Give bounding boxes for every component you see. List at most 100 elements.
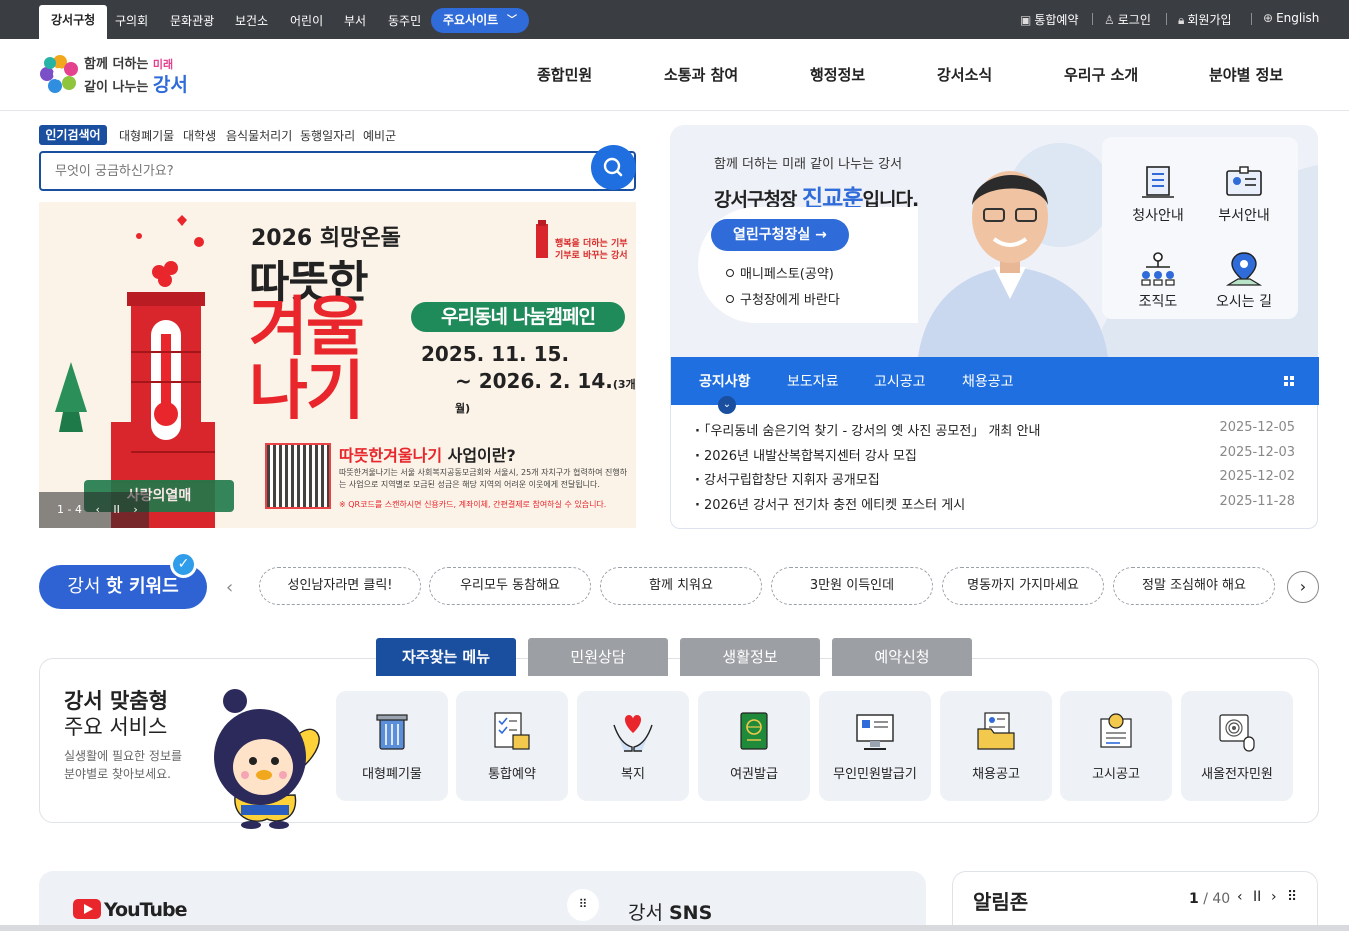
- keyword-chip[interactable]: 정말 조심해야 해요: [1113, 567, 1275, 605]
- gnb-participation[interactable]: 소통과 참여: [664, 64, 738, 85]
- check-icon: ✓: [170, 551, 197, 578]
- main-sites-dropdown[interactable]: 주요사이트 ﹀: [431, 8, 529, 33]
- quick-link-building[interactable]: 청사안내: [1118, 163, 1198, 225]
- keyword-chip[interactable]: 우리모두 동참해요: [429, 567, 591, 605]
- alarm-prev-button[interactable]: ‹: [1237, 889, 1243, 905]
- alarm-next-button[interactable]: ›: [1271, 889, 1277, 905]
- service-label: 여권발급: [730, 767, 778, 782]
- service-passport[interactable]: 여권발급: [698, 691, 810, 801]
- notice-title[interactable]: 2026년 강서구 전기차 충전 에티켓 포스터 게시: [695, 494, 965, 513]
- folder-document-icon: [977, 712, 1015, 750]
- search-input[interactable]: [41, 153, 581, 189]
- campaign-date-to: ~ 2026. 2. 14.(3개월): [455, 369, 636, 415]
- popular-keyword[interactable]: 예비군: [363, 127, 396, 144]
- youtube-label[interactable]: YouTube: [104, 899, 187, 921]
- quick-link-label: 부서안내: [1218, 208, 1270, 224]
- heart-hands-icon: [613, 715, 653, 752]
- popular-keyword[interactable]: 대학생: [183, 127, 216, 144]
- popular-keyword[interactable]: 동행일자리: [300, 127, 355, 144]
- keyword-chip[interactable]: 함께 치워요: [600, 567, 762, 605]
- tab-council[interactable]: 구의회: [115, 8, 148, 34]
- service-bulky-waste[interactable]: 대형폐기물: [336, 691, 448, 801]
- youtube-icon: [73, 899, 101, 919]
- reservation-link[interactable]: ▣ 통합예약: [1020, 11, 1079, 28]
- keyword-chip[interactable]: 성인남자라면 클릭!: [259, 567, 421, 605]
- notice-title[interactable]: 2026년 내발산복합복지센터 강사 모집: [695, 445, 917, 464]
- search-box: [39, 151, 636, 191]
- alarm-zone-title: 알림존: [973, 890, 1029, 914]
- banner-prev-button[interactable]: ‹: [95, 503, 99, 516]
- quick-link-directions[interactable]: 오시는 길: [1204, 249, 1284, 311]
- service-kiosk[interactable]: 무인민원발급기: [819, 691, 931, 801]
- gnb-field-info[interactable]: 분야별 정보: [1209, 64, 1283, 85]
- quick-link-departments[interactable]: 부서안내: [1204, 163, 1284, 225]
- manifesto-link[interactable]: 매니페스토(공약): [726, 263, 834, 282]
- tab-children[interactable]: 어린이: [290, 8, 323, 34]
- popular-keyword[interactable]: 대형폐기물: [119, 127, 174, 144]
- quick-link-organization[interactable]: 조직도: [1118, 249, 1198, 311]
- keywords-prev-button[interactable]: ‹: [226, 577, 233, 598]
- notice-title[interactable]: 강서구립합창단 지휘자 공개모집: [695, 469, 880, 488]
- tab-departments[interactable]: 부서: [344, 8, 366, 34]
- id-card-icon: [1226, 166, 1262, 196]
- tab-community-center[interactable]: 동주민: [388, 8, 421, 34]
- service-recruitment[interactable]: 채용공고: [940, 691, 1052, 801]
- english-link[interactable]: ⊕ English: [1263, 11, 1319, 25]
- tab-recruitment[interactable]: 채용공고: [962, 371, 1014, 391]
- signup-label: 회원가입: [1187, 13, 1232, 27]
- gnb-admin-info[interactable]: 행정정보: [810, 64, 865, 85]
- service-public-notice[interactable]: 고시공고: [1060, 691, 1172, 801]
- service-e-civil[interactable]: 새올전자민원: [1181, 691, 1293, 801]
- flower-logo-icon: [40, 55, 78, 93]
- tab-living-info[interactable]: 생활정보: [680, 638, 820, 676]
- banner-next-button[interactable]: ›: [133, 503, 137, 516]
- tab-reservation[interactable]: 예약신청: [832, 638, 972, 676]
- alarm-zone: 알림존 1 / 40 ‹ II › ⠿: [952, 871, 1318, 931]
- mayor-slogan: 함께 더하는 미래 같이 나누는 강서: [714, 157, 903, 172]
- tab-gangseo-office[interactable]: 강서구청: [39, 5, 108, 39]
- grid-more-icon[interactable]: ⠿: [1287, 889, 1297, 905]
- mayor-section: 함께 더하는 미래 같이 나누는 강서 강서구청장 진교훈입니다. 열린구청장실…: [670, 125, 1318, 357]
- notice-date: 2025-12-05: [1219, 420, 1295, 435]
- search-button[interactable]: [591, 145, 636, 190]
- login-link[interactable]: ♙ 로그인: [1104, 11, 1151, 28]
- mayor-request-link[interactable]: 구청장에게 바란다: [726, 289, 840, 308]
- notice-date: 2025-12-02: [1219, 469, 1295, 484]
- banner-pause-button[interactable]: II: [113, 503, 120, 516]
- open-office-button[interactable]: 열린구청장실 →: [711, 219, 849, 251]
- signup-link[interactable]: 🔒︎ 회원가입: [1178, 11, 1232, 28]
- tab-health-center[interactable]: 보건소: [235, 8, 268, 34]
- grid-more-icon[interactable]: ⠿: [567, 889, 599, 921]
- alarm-pagination: 1 / 40: [1189, 891, 1231, 907]
- logo-line2: 같이 나누는 강서: [84, 74, 188, 96]
- qr-note: ※ QR코드를 스캔하시면 신용카드, 계좌이체, 간편결제로 참여하실 수 있…: [339, 500, 607, 509]
- tab-press[interactable]: 보도자료: [787, 371, 839, 391]
- notice-date: 2025-12-03: [1219, 445, 1295, 460]
- popular-keywords-label: 인기검색어: [39, 125, 107, 145]
- alarm-pause-button[interactable]: II: [1253, 889, 1261, 905]
- donation-line2: 기부로 바꾸는 강서: [555, 251, 628, 261]
- tab-notices[interactable]: 공지사항: [699, 371, 751, 391]
- keyword-chip[interactable]: 명동까지 가지마세요: [942, 567, 1104, 605]
- gnb-news[interactable]: 강서소식: [937, 64, 992, 85]
- services-description: 실생활에 필요한 정보를 분야별로 찾아보세요.: [64, 749, 183, 781]
- gnb-civil-service[interactable]: 종합민원: [537, 64, 592, 85]
- keywords-next-button[interactable]: ›: [1287, 571, 1319, 603]
- service-welfare[interactable]: 복지: [577, 691, 689, 801]
- tab-civil-consult[interactable]: 민원상담: [528, 638, 668, 676]
- notice-title[interactable]: 「우리동네 숨은기억 찾기 - 강서의 옛 사진 공모전」 개최 안내: [695, 420, 1040, 439]
- tab-frequent-menu[interactable]: 자주찾는 메뉴: [376, 638, 516, 676]
- sns-title: 강서 SNS: [628, 902, 713, 924]
- service-reservation[interactable]: 통합예약: [456, 691, 568, 801]
- keyword-chip[interactable]: 3만원 이득인데: [771, 567, 933, 605]
- search-icon: [603, 157, 623, 177]
- tab-culture[interactable]: 문화관광: [170, 8, 214, 34]
- tab-announcements[interactable]: 고시공고: [874, 371, 926, 391]
- banner-controls: 1 - 4 ‹ II ›: [39, 492, 149, 528]
- monitor-icon: [856, 714, 894, 750]
- grid-more-icon[interactable]: [1284, 376, 1294, 386]
- main-banner[interactable]: 2026 희망온돌 따뜻한 겨울 나기 우리동네 나눔캠페인 2025. 11.…: [39, 202, 636, 528]
- trash-can-icon: [376, 714, 408, 750]
- gnb-about[interactable]: 우리구 소개: [1064, 64, 1138, 85]
- popular-keyword[interactable]: 음식물처리기: [226, 127, 292, 144]
